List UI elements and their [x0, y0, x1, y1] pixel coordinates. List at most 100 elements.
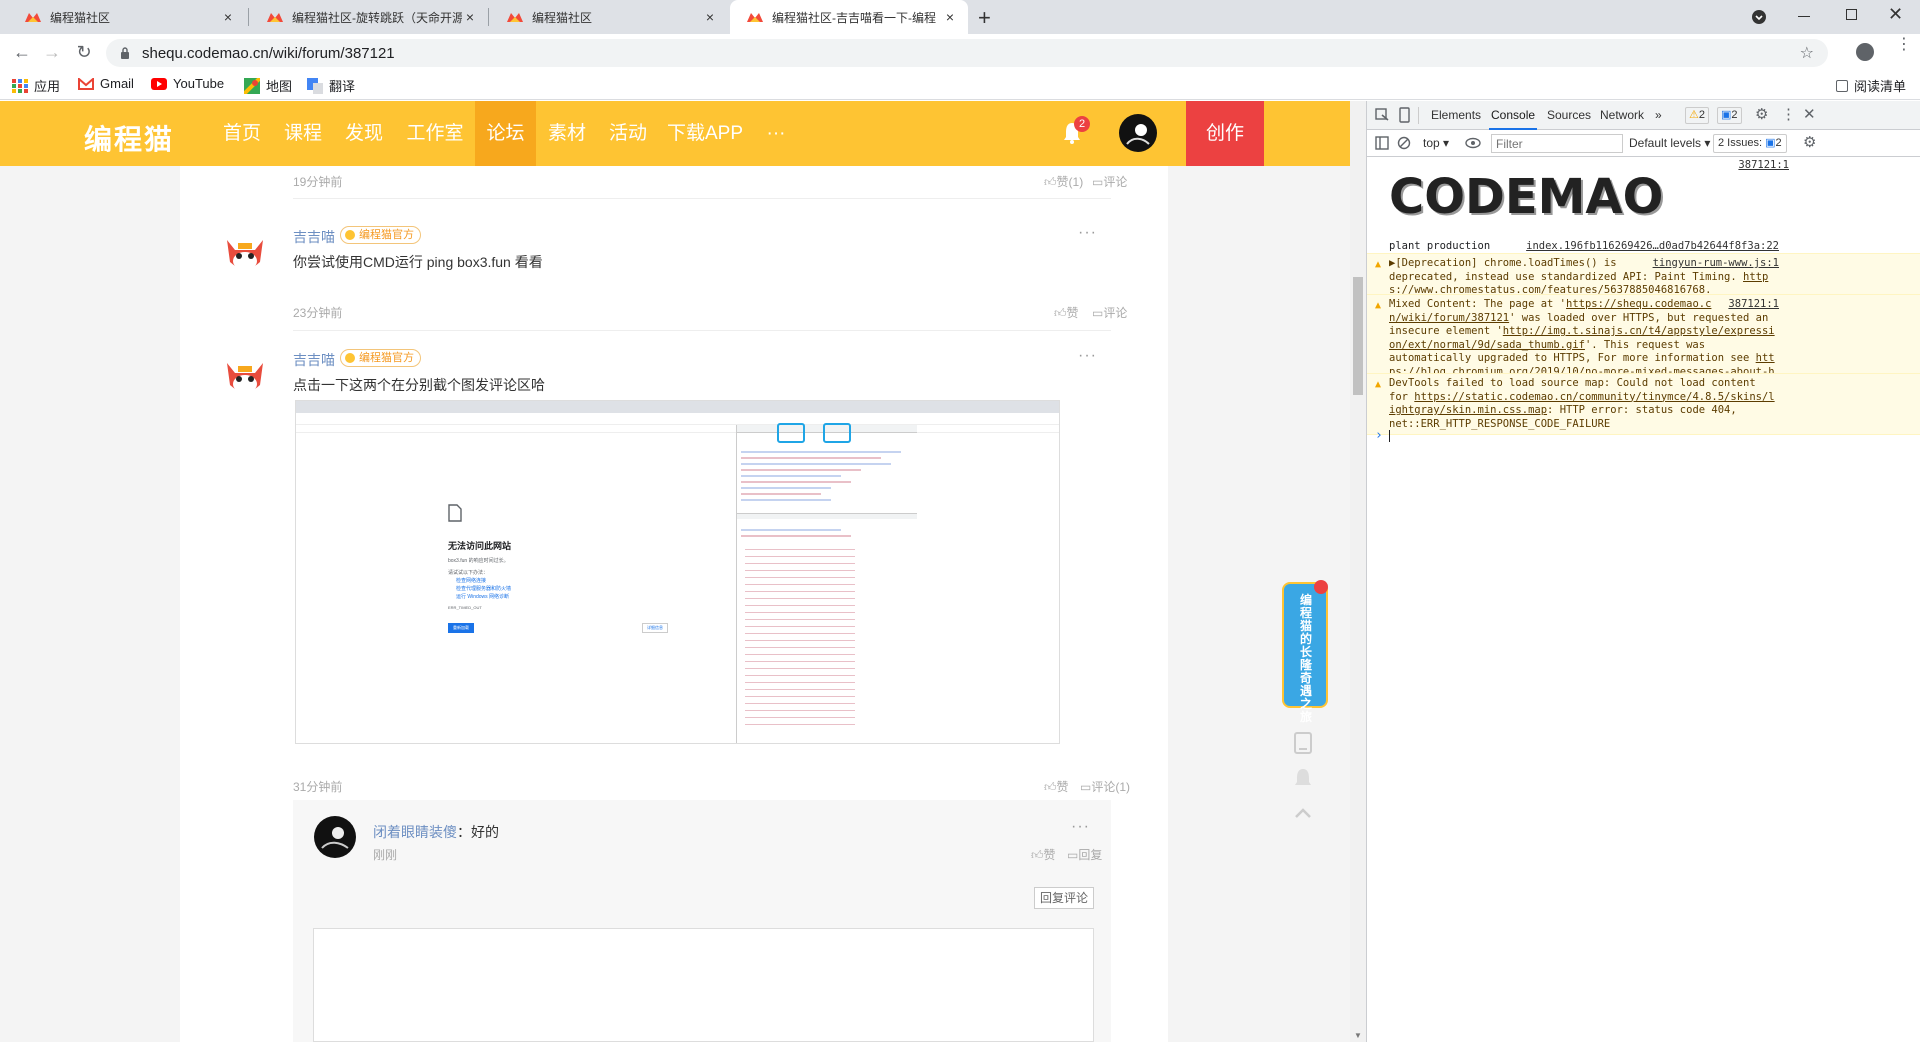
- nav-more[interactable]: ···: [756, 101, 796, 166]
- like-button[interactable]: 👍︎赞(1): [1044, 173, 1083, 190]
- source-link[interactable]: 387121:1: [1738, 159, 1789, 171]
- bookmark-youtube[interactable]: YouTube: [151, 76, 224, 91]
- console-settings-icon[interactable]: ⚙: [1803, 133, 1816, 151]
- bell-icon[interactable]: [1293, 767, 1313, 789]
- warning-icon: ▲: [1375, 300, 1382, 311]
- nav-discover[interactable]: 发现: [336, 101, 392, 166]
- inspect-element-icon[interactable]: [1375, 108, 1389, 122]
- tab-close-icon[interactable]: ×: [462, 9, 478, 25]
- browser-menu-icon[interactable]: ⋮: [1896, 37, 1912, 53]
- tab-close-icon[interactable]: ×: [942, 9, 958, 25]
- scrollbar-thumb[interactable]: [1353, 277, 1363, 395]
- source-link[interactable]: 387121:1: [1728, 298, 1779, 312]
- promo-banner[interactable]: 编程猫的长隆奇遇之旅: [1282, 580, 1328, 724]
- close-window-icon[interactable]: ✕: [1888, 4, 1903, 25]
- bookmark-star-icon[interactable]: ☆: [1800, 43, 1814, 63]
- comment-button[interactable]: ▭评论: [1092, 173, 1127, 190]
- tab-elements[interactable]: Elements: [1431, 101, 1481, 130]
- avatar[interactable]: [314, 816, 356, 858]
- phone-icon[interactable]: [1294, 732, 1312, 754]
- back-to-top-icon[interactable]: [1294, 807, 1312, 819]
- settings-gear-icon[interactable]: ⚙: [1755, 105, 1768, 123]
- comment-author[interactable]: 吉吉喵: [293, 350, 335, 370]
- site-logo[interactable]: 编程猫: [84, 118, 174, 158]
- tab-more-panels[interactable]: »: [1655, 101, 1662, 130]
- reply-author[interactable]: 闭着眼睛装傻: [373, 824, 457, 840]
- devtools-menu-icon[interactable]: ⋮: [1781, 105, 1796, 123]
- nav-materials[interactable]: 素材: [539, 101, 595, 166]
- url-bar[interactable]: shequ.codemao.cn/wiki/forum/387121 ☆: [106, 39, 1828, 67]
- promo-close-icon[interactable]: [1314, 580, 1328, 594]
- new-tab-button[interactable]: +: [978, 5, 991, 31]
- tab-search-icon[interactable]: [1752, 10, 1766, 24]
- nav-courses[interactable]: 课程: [275, 101, 331, 166]
- tab-network[interactable]: Network: [1600, 101, 1644, 130]
- lock-icon[interactable]: [120, 47, 130, 59]
- device-toolbar-icon[interactable]: [1397, 107, 1411, 123]
- nav-forum[interactable]: 论坛: [475, 101, 536, 166]
- tab-console[interactable]: Console: [1489, 101, 1538, 130]
- reload-icon[interactable]: ↻: [74, 42, 94, 62]
- minimize-icon[interactable]: [1798, 16, 1810, 17]
- nav-activities[interactable]: 活动: [600, 101, 656, 166]
- tab-close-icon[interactable]: ×: [702, 9, 718, 25]
- bookmark-translate[interactable]: 翻译: [307, 76, 355, 95]
- browser-tab-3[interactable]: 编程猫社区 ×: [490, 0, 728, 34]
- reply-button[interactable]: ▭回复: [1067, 846, 1102, 863]
- back-icon[interactable]: ←: [12, 42, 32, 62]
- context-selector[interactable]: top ▾: [1423, 136, 1449, 150]
- warnings-counter[interactable]: ⚠2: [1685, 107, 1709, 124]
- avatar[interactable]: [220, 351, 270, 401]
- reading-list[interactable]: 阅读清单: [1836, 76, 1906, 95]
- log-levels-dropdown[interactable]: Default levels ▾: [1629, 136, 1710, 150]
- like-button[interactable]: 👍︎赞: [1044, 778, 1069, 795]
- error-tip: 检查网络连接: [456, 578, 487, 584]
- live-expression-eye-icon[interactable]: [1465, 137, 1481, 149]
- promo-text: 编程猫的长隆奇遇之旅: [1299, 593, 1312, 724]
- browser-tab-4-active[interactable]: 编程猫社区-吉吉喵看一下-编程 ×: [730, 0, 968, 34]
- comment-author[interactable]: 吉吉喵: [293, 227, 335, 247]
- user-avatar[interactable]: [1119, 114, 1157, 152]
- browser-tab-2[interactable]: 编程猫社区-旋转跳跃（天命开源 ×: [250, 0, 488, 34]
- create-button[interactable]: 创作: [1186, 101, 1264, 166]
- nav-studio[interactable]: 工作室: [400, 101, 470, 166]
- like-label: 赞: [1066, 306, 1079, 320]
- source-link[interactable]: tingyun-rum-www.js:1: [1653, 257, 1779, 271]
- avatar[interactable]: [220, 228, 270, 278]
- like-button[interactable]: 👍︎赞: [1054, 304, 1079, 321]
- scroll-down-arrow-icon[interactable]: ▼: [1354, 1031, 1362, 1040]
- source-link[interactable]: index.196fb116269426…d0ad7b42644f8f3a:22: [1526, 240, 1779, 254]
- restore-icon[interactable]: [1846, 9, 1857, 20]
- issues-button[interactable]: 2 Issues: ▣2: [1713, 134, 1787, 153]
- forward-icon[interactable]: →: [42, 42, 62, 62]
- comment-screenshot-image[interactable]: 无法访问此网站 box3.fun 的响应时间过长。 请试试以下办法： 检查网络连…: [295, 400, 1060, 744]
- more-options-icon[interactable]: ···: [1078, 347, 1097, 365]
- profile-avatar-icon[interactable]: [1856, 43, 1874, 61]
- console-prompt[interactable]: ›: [1375, 428, 1390, 443]
- reply-textarea[interactable]: [313, 928, 1094, 1042]
- bookmark-gmail[interactable]: Gmail: [78, 76, 134, 91]
- message-icon: ▣: [1721, 109, 1732, 121]
- reply-separator: ：: [457, 824, 471, 840]
- comment-button[interactable]: ▭评论(1): [1080, 778, 1130, 795]
- sidebar-toggle-icon[interactable]: [1375, 136, 1389, 150]
- tab-sources[interactable]: Sources: [1547, 101, 1591, 130]
- nav-home[interactable]: 首页: [214, 101, 270, 166]
- bookmark-maps[interactable]: 地图: [244, 76, 292, 95]
- bookmark-label: 翻译: [329, 79, 356, 94]
- browser-tab-1[interactable]: 编程猫社区 ×: [8, 0, 246, 34]
- comment-button[interactable]: ▭评论: [1092, 304, 1127, 321]
- like-button[interactable]: 👍︎赞: [1031, 846, 1056, 863]
- more-options-icon[interactable]: ···: [1071, 818, 1090, 836]
- bookmark-apps[interactable]: 应用: [12, 76, 60, 95]
- clear-console-icon[interactable]: [1397, 136, 1411, 150]
- console-filter-input[interactable]: [1491, 134, 1623, 153]
- more-options-icon[interactable]: ···: [1078, 224, 1097, 242]
- close-devtools-icon[interactable]: ✕: [1803, 105, 1816, 123]
- messages-counter[interactable]: ▣2: [1717, 107, 1742, 124]
- nav-download-app[interactable]: 下载APP: [664, 101, 746, 166]
- message-count: 2: [1731, 109, 1738, 121]
- tab-close-icon[interactable]: ×: [220, 9, 236, 25]
- reply-comment-button[interactable]: 回复评论: [1034, 887, 1094, 909]
- page-scrollbar[interactable]: ▼: [1350, 101, 1366, 1042]
